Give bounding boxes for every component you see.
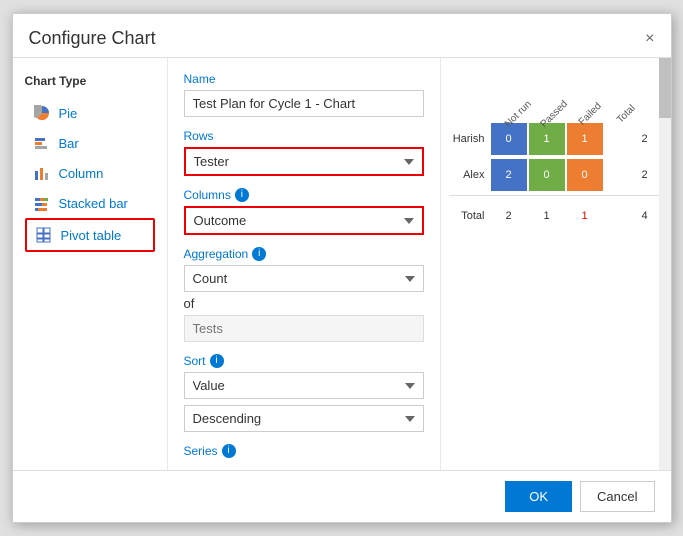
rows-select[interactable]: Tester [184,147,424,176]
total-cells: 2 1 1 [491,200,627,232]
chart-type-column-label: Column [59,166,104,181]
aggregation-label: Aggregation i [184,247,424,261]
cancel-button[interactable]: Cancel [580,481,654,512]
name-label: Name [184,72,424,86]
chart-type-column[interactable]: Column [25,158,155,188]
pie-icon [33,104,51,122]
pivot-row-harish: Harish 0 1 1 2 [449,123,663,155]
name-input[interactable] [184,90,424,117]
column-icon [33,164,51,182]
configure-chart-dialog: Configure Chart × Chart Type Pie [12,13,672,523]
total-grand: 4 [627,200,663,232]
aggregation-select[interactable]: Count [184,265,424,292]
series-info-icon[interactable]: i [222,444,236,458]
dialog-header: Configure Chart × [13,14,671,58]
alex-not-run: 2 [491,159,527,191]
pivot-table: Not run Passed Failed Total Harish 0 1 1… [449,76,663,232]
config-panel: Name Rows Tester Columns i Outcome Aggre… [168,58,441,470]
chart-type-bar-label: Bar [59,136,79,151]
columns-select[interactable]: Outcome [184,206,424,235]
sort-label: Sort i [184,354,424,368]
chart-type-pie[interactable]: Pie [25,98,155,128]
sort-value-select[interactable]: Value [184,372,424,399]
total-not-run: 2 [491,200,527,232]
chart-type-panel: Chart Type Pie [13,58,168,470]
pivot-header-row: Not run Passed Failed Total [449,76,663,121]
of-label: of [184,296,424,311]
pivot-total-row: Total 2 1 1 4 [449,195,663,232]
columns-label: Columns i [184,188,424,202]
rows-label: Rows [184,129,424,143]
chart-type-stacked-bar[interactable]: Stacked bar [25,188,155,218]
chart-type-label: Chart Type [25,74,155,88]
scrollbar-track [659,58,671,470]
alex-total: 2 [627,159,663,191]
chart-type-pivot-table[interactable]: Pivot table [25,218,155,252]
close-button[interactable]: × [645,31,654,47]
pivot-row-alex: Alex 2 0 0 2 [449,159,663,191]
chart-type-stacked-bar-label: Stacked bar [59,196,128,211]
dialog-title: Configure Chart [29,28,156,49]
chart-type-pie-label: Pie [59,106,78,121]
pivot-icon [35,226,53,244]
alex-cells: 2 0 0 [491,159,627,191]
harish-total: 2 [627,123,663,155]
total-failed: 1 [567,200,603,232]
chart-type-pivot-label: Pivot table [61,228,122,243]
columns-info-icon[interactable]: i [235,188,249,202]
sort-info-icon[interactable]: i [210,354,224,368]
stacked-bar-icon [33,194,51,212]
chart-type-bar[interactable]: Bar [25,128,155,158]
row-label-harish: Harish [449,133,491,145]
row-label-alex: Alex [449,169,491,181]
scrollbar-thumb[interactable] [659,58,671,118]
bar-icon [33,134,51,152]
dialog-footer: OK Cancel [13,470,671,522]
preview-panel: Not run Passed Failed Total Harish 0 1 1… [441,58,671,470]
alex-passed: 0 [529,159,565,191]
sort-direction-select[interactable]: Descending [184,405,424,432]
total-passed: 1 [529,200,565,232]
series-label: Series i [184,444,424,458]
total-row-label: Total [449,210,491,222]
ok-button[interactable]: OK [505,481,572,512]
of-input [184,315,424,342]
dialog-body: Chart Type Pie [13,58,671,470]
alex-failed: 0 [567,159,603,191]
aggregation-info-icon[interactable]: i [252,247,266,261]
